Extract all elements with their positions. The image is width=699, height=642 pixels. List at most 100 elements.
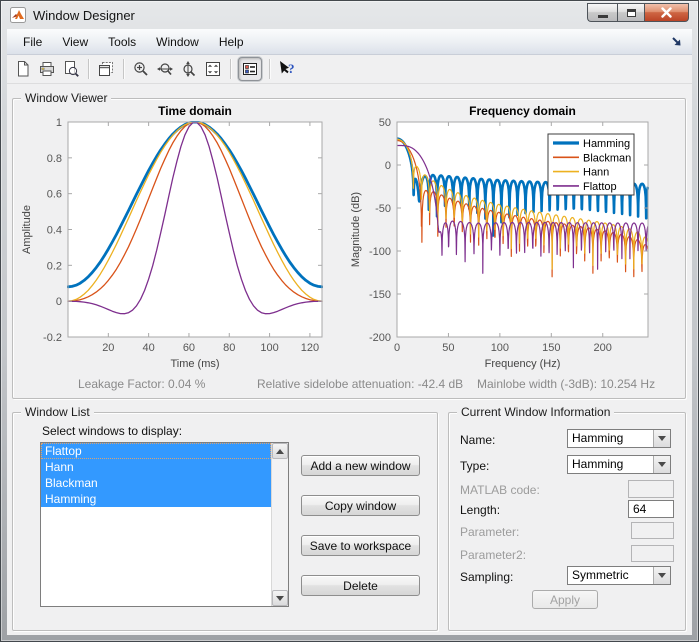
listbox-scrollbar[interactable] (271, 443, 288, 606)
sampling-value: Symmetric (572, 568, 629, 582)
scroll-down-button[interactable] (272, 590, 288, 606)
time-domain-plot[interactable]: 20 40 60 80 100 120 -0.2 0 0.2 0.4 0.6 0.8 1 Time dom… (14, 103, 346, 375)
toolbar-separator (123, 59, 124, 79)
apply-button[interactable]: Apply (532, 590, 598, 609)
list-item-hann[interactable]: Hann (41, 459, 271, 475)
svg-text:200: 200 (594, 342, 612, 354)
print-preview-icon[interactable] (59, 57, 83, 81)
window-listbox[interactable]: Flattop Hann Blackman Hamming (40, 442, 289, 607)
window-designer-app: Window Designer File View Tools Window Help (0, 0, 699, 642)
svg-text:0: 0 (56, 296, 62, 308)
minimize-button[interactable] (587, 3, 617, 22)
sidelobe-attenuation-text: Relative sidelobe attenuation: -42.4 dB (257, 377, 464, 391)
svg-text:120: 120 (301, 342, 319, 354)
parameter2-label: Parameter2: (460, 548, 527, 562)
svg-text:0.8: 0.8 (47, 153, 62, 165)
parameter2-field (631, 545, 674, 562)
svg-text:0.6: 0.6 (47, 189, 62, 201)
type-dropdown-button[interactable] (653, 456, 670, 473)
chevron-down-icon (658, 573, 666, 578)
svg-text:100: 100 (260, 342, 278, 354)
title-bar[interactable]: Window Designer (1, 1, 698, 29)
svg-text:0: 0 (394, 342, 400, 354)
scroll-up-button[interactable] (272, 443, 288, 459)
type-label: Type: (460, 459, 490, 473)
add-new-window-button[interactable]: Add a new window (301, 455, 420, 476)
svg-text:-50: -50 (375, 203, 391, 215)
menu-item-view[interactable]: View (52, 31, 98, 53)
type-dropdown[interactable]: Hamming (567, 455, 671, 474)
svg-text:1: 1 (56, 117, 62, 129)
svg-text:Time domain: Time domain (158, 104, 232, 118)
svg-text:0.2: 0.2 (47, 260, 62, 272)
select-windows-label: Select windows to display: (42, 424, 183, 438)
new-window-icon[interactable] (94, 57, 118, 81)
name-dropdown[interactable]: Hamming (567, 429, 671, 448)
menu-item-tools[interactable]: Tools (98, 31, 146, 53)
svg-text:Hamming: Hamming (583, 138, 630, 150)
type-value: Hamming (572, 457, 624, 471)
svg-text:20: 20 (102, 342, 114, 354)
delete-button[interactable]: Delete (301, 575, 420, 596)
toolbar-separator (269, 59, 270, 79)
name-value: Hamming (572, 431, 624, 445)
frequency-domain-plot[interactable]: 0 50 100 150 200 -200 -150 -100 -50 0 50 Frequency … (350, 103, 684, 375)
toolbar-separator (230, 59, 231, 79)
svg-text:Hann: Hann (583, 167, 609, 179)
zoom-in-icon[interactable] (129, 57, 153, 81)
leakage-factor-text: Leakage Factor: 0.04 % (78, 377, 206, 391)
name-dropdown-button[interactable] (653, 430, 670, 447)
menu-item-file[interactable]: File (13, 31, 52, 53)
menu-bar: File View Tools Window Help (7, 29, 692, 55)
save-to-workspace-button[interactable]: Save to workspace (301, 535, 420, 556)
svg-text:Frequency (Hz): Frequency (Hz) (485, 358, 561, 370)
svg-text:Amplitude: Amplitude (21, 205, 33, 254)
svg-text:Blackman: Blackman (583, 152, 631, 164)
svg-text:Flattop: Flattop (583, 181, 617, 193)
scroll-down-icon (276, 595, 284, 601)
new-document-icon[interactable] (11, 57, 35, 81)
svg-text:0: 0 (385, 160, 391, 172)
sampling-dropdown[interactable]: Symmetric (567, 566, 671, 585)
parameter-field (631, 522, 674, 539)
restore-button[interactable] (617, 3, 645, 22)
sampling-label: Sampling: (460, 570, 514, 584)
restore-icon (626, 8, 636, 17)
full-view-icon[interactable] (201, 57, 225, 81)
menu-item-window[interactable]: Window (146, 31, 209, 53)
svg-text:50: 50 (379, 117, 391, 129)
parameter-label: Parameter: (460, 525, 520, 539)
svg-text:50: 50 (442, 342, 454, 354)
zoom-y-icon[interactable] (177, 57, 201, 81)
svg-text:?: ? (288, 61, 295, 76)
close-button[interactable] (645, 3, 689, 22)
close-icon (661, 7, 672, 18)
svg-text:-0.2: -0.2 (43, 332, 62, 344)
svg-text:-150: -150 (369, 289, 391, 301)
sampling-dropdown-button[interactable] (653, 567, 670, 584)
list-item-hamming[interactable]: Hamming (41, 491, 271, 507)
legend-toggle-icon[interactable] (238, 57, 262, 81)
svg-text:Time (ms): Time (ms) (170, 358, 219, 370)
copy-window-button[interactable]: Copy window (301, 495, 420, 516)
svg-text:0.4: 0.4 (47, 225, 62, 237)
name-label: Name: (460, 433, 496, 447)
zoom-x-icon[interactable] (153, 57, 177, 81)
context-help-icon[interactable]: ? (275, 57, 299, 81)
matlab-code-label: MATLAB code: (460, 483, 540, 497)
toolbar-separator (88, 59, 89, 79)
menu-item-help[interactable]: Help (209, 31, 254, 53)
dock-arrow-icon[interactable] (670, 35, 684, 49)
svg-text:100: 100 (491, 342, 509, 354)
svg-text:40: 40 (143, 342, 155, 354)
list-item-flattop[interactable]: Flattop (41, 443, 271, 459)
print-icon[interactable] (35, 57, 59, 81)
chevron-down-icon (658, 436, 666, 441)
svg-text:80: 80 (223, 342, 235, 354)
length-label: Length: (460, 503, 501, 517)
matlab-icon (10, 7, 26, 23)
scroll-up-icon (276, 448, 284, 454)
svg-text:Magnitude (dB): Magnitude (dB) (350, 192, 362, 267)
list-item-blackman[interactable]: Blackman (41, 475, 271, 491)
length-field[interactable]: 64 (628, 500, 674, 518)
